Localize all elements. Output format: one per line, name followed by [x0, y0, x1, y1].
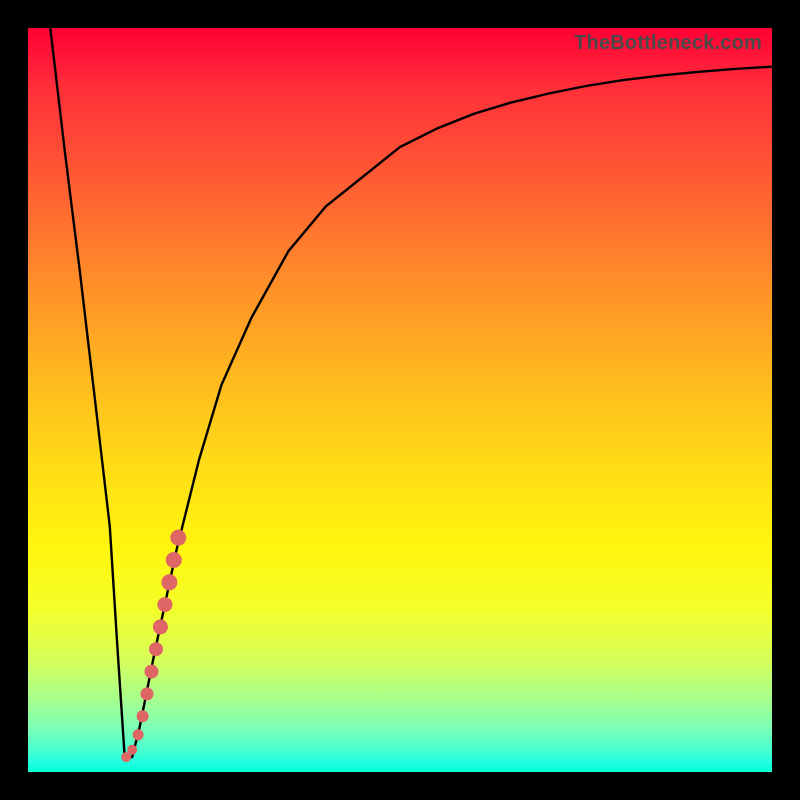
highlight-dots-group: [121, 530, 186, 763]
highlight-dot: [170, 530, 186, 546]
highlight-dot: [137, 710, 149, 722]
highlight-dot: [145, 665, 159, 679]
highlight-dot: [133, 729, 144, 740]
plot-area: TheBottleneck.com: [28, 28, 772, 772]
highlight-dot: [157, 597, 172, 612]
chart-svg: [28, 28, 772, 772]
highlight-dot: [153, 619, 168, 634]
highlight-dot: [149, 642, 163, 656]
highlight-dot: [141, 687, 154, 700]
chart-frame: TheBottleneck.com: [0, 0, 800, 800]
highlight-dot: [166, 552, 182, 568]
highlight-dot: [161, 574, 177, 590]
highlight-dot: [127, 745, 137, 755]
